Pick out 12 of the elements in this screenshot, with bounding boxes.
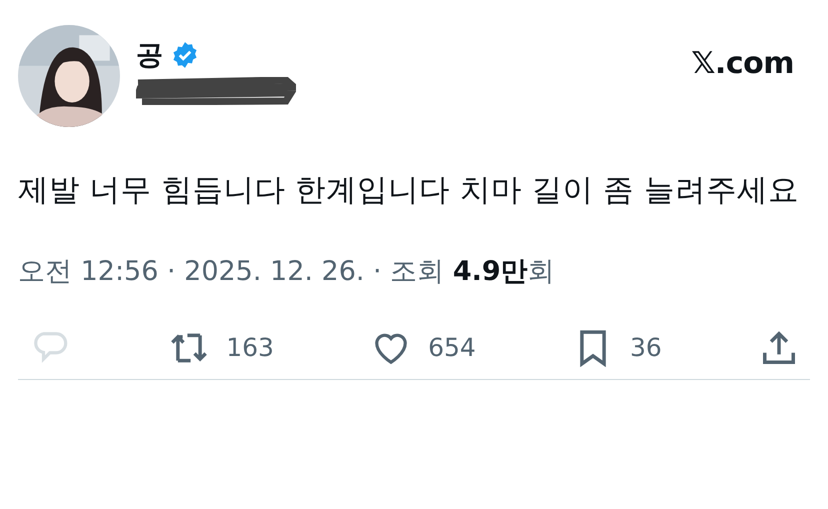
count-label: 36 (630, 332, 662, 364)
share-icon (760, 328, 798, 367)
site-logo: 𝕏.com (691, 45, 794, 83)
like-button[interactable]: 654 (372, 328, 476, 367)
bookmark-button[interactable]: 36 (574, 328, 662, 367)
repost-button[interactable]: 163 (170, 328, 274, 367)
count-label: 654 (428, 332, 476, 364)
tweet-text: 제발 너무 힘듭니다 한계입니다 치마 길이 좀 늘려주세요 (18, 172, 800, 210)
count-label: 163 (226, 332, 274, 364)
share-button[interactable] (760, 328, 798, 367)
author-name[interactable]: 공 (136, 42, 163, 68)
tweet-timestamp: 오전 12:56 · 2025. 12. 26. · 조회 4.9만회 (18, 255, 556, 290)
